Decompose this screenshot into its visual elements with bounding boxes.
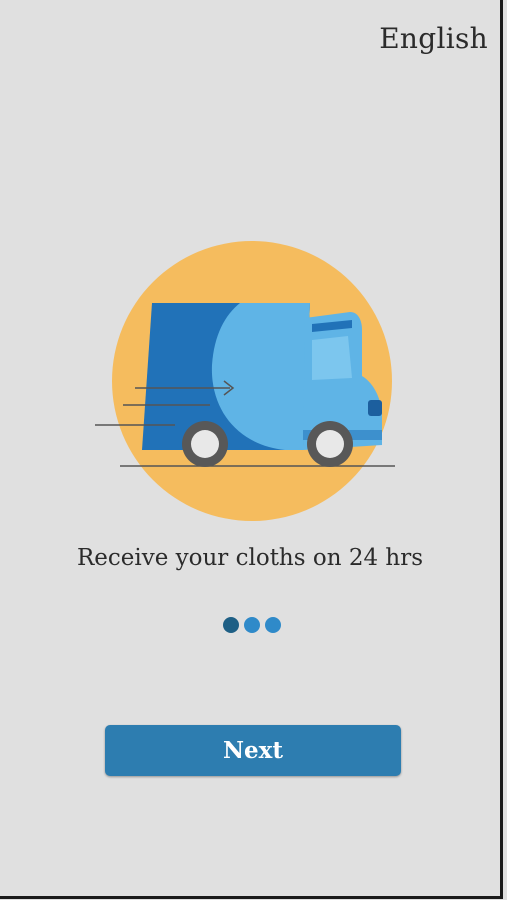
page-dot-1[interactable] <box>223 617 239 633</box>
page-indicator <box>223 617 281 633</box>
delivery-truck-illustration <box>90 240 410 525</box>
onboarding-screen: English Receive your cloths on 24 hrs Ne… <box>0 0 503 899</box>
page-dot-3[interactable] <box>265 617 281 633</box>
next-button[interactable]: Next <box>105 725 401 776</box>
page-dot-2[interactable] <box>244 617 260 633</box>
language-selector[interactable]: English <box>379 22 488 55</box>
slide-caption: Receive your cloths on 24 hrs <box>76 545 424 571</box>
delivery-truck-icon <box>95 241 395 521</box>
